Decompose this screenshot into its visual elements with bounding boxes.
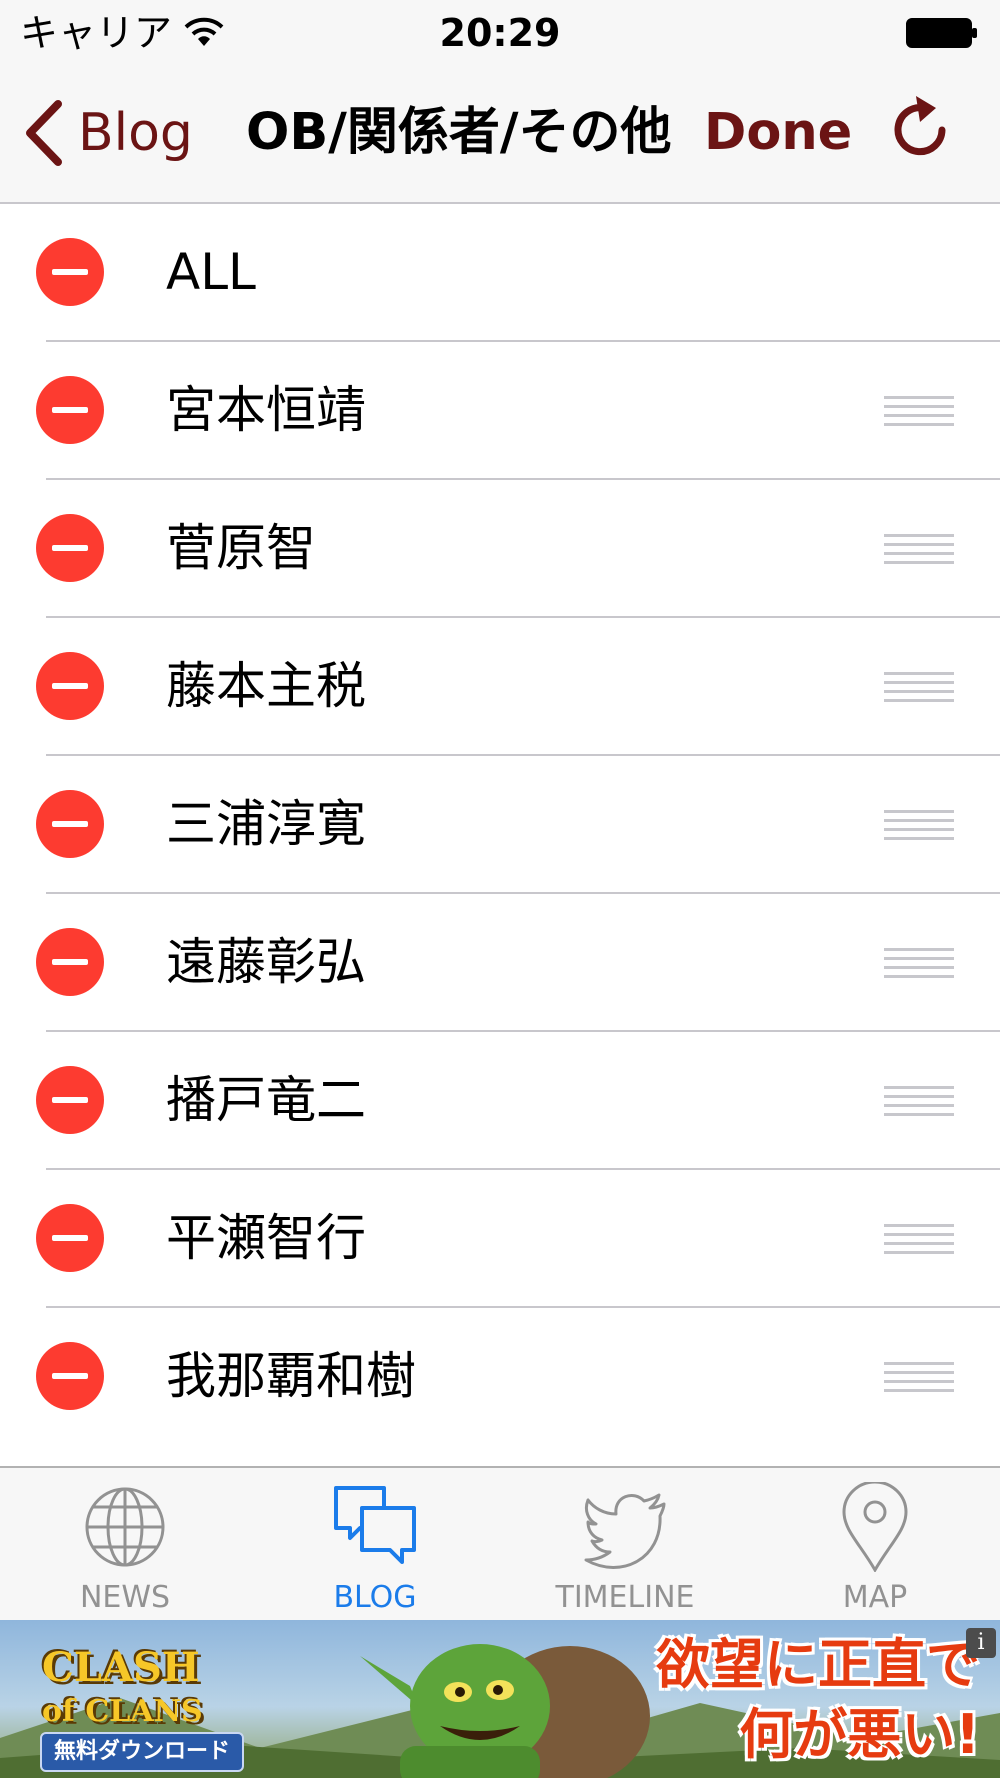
page-title: OB/関係者/その他 — [246, 103, 672, 162]
blog-filter-list: ALL 宮本恒靖菅原智藤本主税三浦淳寛遠藤彰弘播戸竜二平瀬智行我那覇和樹 — [0, 204, 1000, 1466]
reorder-handle-icon[interactable] — [884, 534, 954, 564]
tab-label: MAP — [842, 1580, 908, 1615]
ad-logo-line2: of CLANS — [42, 1694, 203, 1729]
ad-banner[interactable]: CLASH of CLANS 無料ダウンロード 欲望に正直で 何が悪い! i — [0, 1620, 1000, 1778]
list-item-label: 三浦淳寛 — [166, 795, 366, 853]
list-item[interactable]: ALL — [36, 204, 1000, 342]
tab-label: BLOG — [333, 1580, 417, 1615]
back-button[interactable]: Blog — [22, 98, 193, 168]
list-item[interactable]: 菅原智 — [36, 480, 1000, 618]
bird-icon — [584, 1493, 666, 1569]
delete-icon[interactable] — [36, 790, 104, 858]
list-item-label: 我那覇和樹 — [166, 1347, 416, 1405]
delete-icon[interactable] — [36, 376, 104, 444]
reorder-handle-icon[interactable] — [884, 396, 954, 426]
battery-icon — [906, 18, 977, 48]
delete-icon[interactable] — [36, 928, 104, 996]
reorder-handle-icon[interactable] — [884, 672, 954, 702]
list-item[interactable]: 平瀬智行 — [36, 1170, 1000, 1308]
globe-icon — [85, 1487, 165, 1567]
ad-game-logo: CLASH of CLANS — [42, 1646, 262, 1734]
tab-label: NEWS — [79, 1580, 171, 1615]
back-button-label: Blog — [78, 103, 193, 163]
reorder-handle-icon[interactable] — [884, 1362, 954, 1392]
refresh-icon[interactable] — [886, 92, 958, 172]
delete-icon[interactable] — [36, 652, 104, 720]
list-item[interactable]: 三浦淳寛 — [36, 756, 1000, 894]
chevron-left-icon — [26, 100, 62, 166]
list-item[interactable]: 我那覇和樹 — [36, 1308, 1000, 1444]
list-item-label: 藤本主税 — [166, 657, 366, 715]
list-item-label: 遠藤彰弘 — [166, 933, 366, 991]
map-pin-icon — [842, 1482, 908, 1572]
list-item[interactable]: 宮本恒靖 — [36, 342, 1000, 480]
tab-news[interactable]: NEWS — [0, 1468, 250, 1622]
list-item-label: ALL — [166, 243, 256, 301]
status-bar: キャリア 20:29 — [0, 0, 1000, 66]
delete-icon[interactable] — [36, 238, 104, 306]
delete-icon[interactable] — [36, 1342, 104, 1410]
tab-map[interactable]: MAP — [750, 1468, 1000, 1622]
list-item-label: 平瀬智行 — [166, 1209, 366, 1267]
reorder-handle-icon[interactable] — [884, 810, 954, 840]
list-item-label: 宮本恒靖 — [166, 381, 366, 439]
delete-icon[interactable] — [36, 1204, 104, 1272]
delete-icon[interactable] — [36, 1066, 104, 1134]
tab-bar: NEWS BLOG TIMELINE MAP — [0, 1466, 1000, 1622]
clock: 20:29 — [439, 11, 561, 55]
reorder-handle-icon[interactable] — [884, 1086, 954, 1116]
ad-logo-line1: CLASH — [42, 1644, 200, 1691]
list-item[interactable]: 藤本主税 — [36, 618, 1000, 756]
list-item-label: 播戸竜二 — [166, 1071, 366, 1129]
tab-blog[interactable]: BLOG — [250, 1468, 500, 1622]
list-item[interactable]: 遠藤彰弘 — [36, 894, 1000, 1032]
ad-info-icon[interactable]: i — [966, 1628, 996, 1658]
chat-bubbles-icon — [334, 1486, 416, 1564]
reorder-handle-icon[interactable] — [884, 948, 954, 978]
done-button[interactable]: Done — [704, 102, 852, 164]
ad-headline-line1: 欲望に正直で — [656, 1633, 980, 1696]
tab-label: TIMELINE — [555, 1580, 695, 1615]
list-item-label: 菅原智 — [166, 519, 316, 577]
navigation-bar: Blog OB/関係者/その他 Done — [0, 66, 1000, 204]
list-item[interactable]: 播戸竜二 — [36, 1032, 1000, 1170]
ad-download-button[interactable]: 無料ダウンロード — [40, 1732, 244, 1772]
goblin-character-image — [360, 1644, 650, 1778]
ad-headline-line2: 何が悪い! — [739, 1703, 980, 1766]
delete-icon[interactable] — [36, 514, 104, 582]
reorder-handle-icon[interactable] — [884, 1224, 954, 1254]
tab-timeline[interactable]: TIMELINE — [500, 1468, 750, 1622]
ad-headline: 欲望に正直で 何が悪い! — [640, 1630, 980, 1770]
